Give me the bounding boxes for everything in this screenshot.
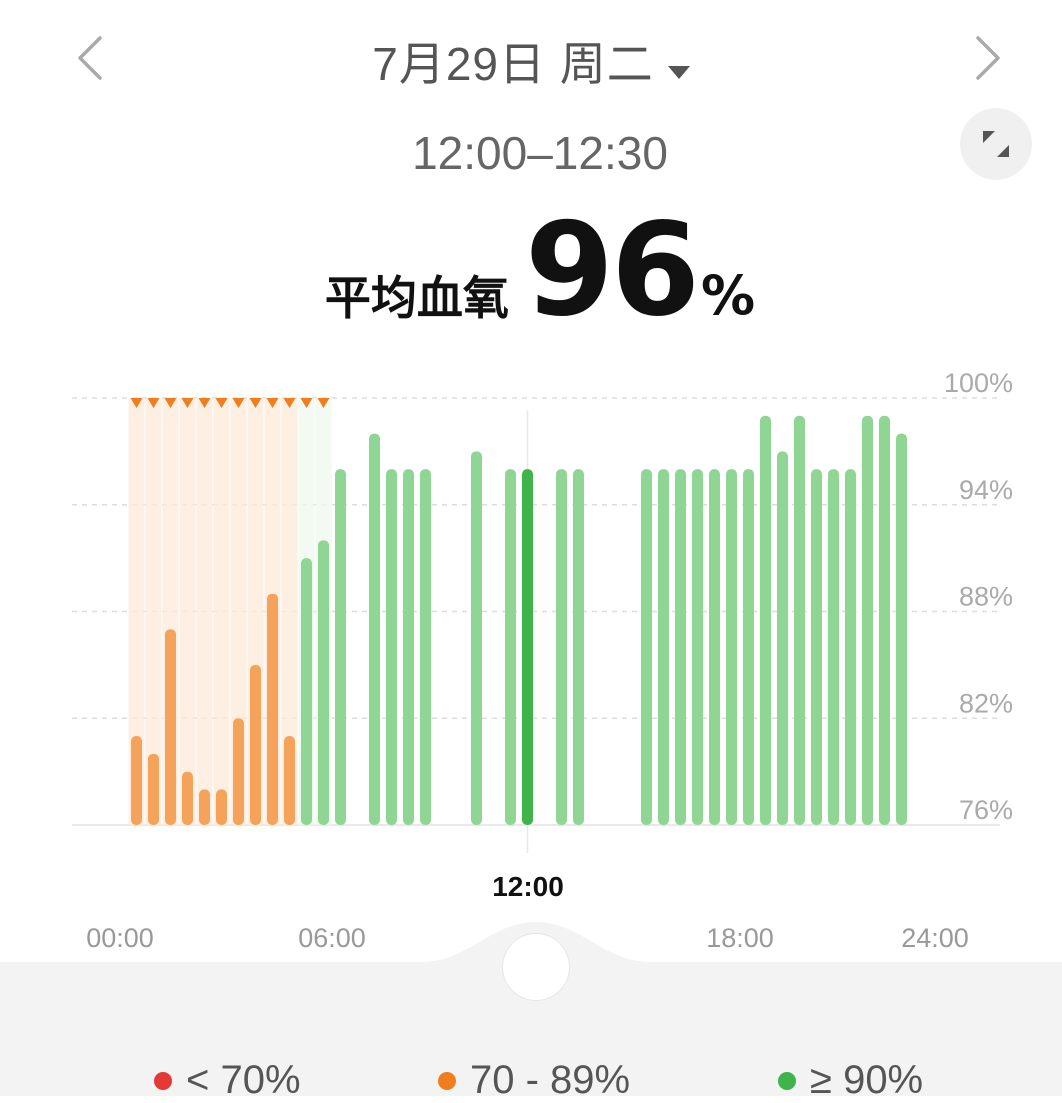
date-label: 7月29日 周二 xyxy=(372,38,654,90)
data-bar xyxy=(216,789,227,825)
y-tick-label: 76% xyxy=(959,795,1013,825)
data-bar xyxy=(828,469,839,825)
data-bar xyxy=(250,664,261,825)
y-tick-label: 100% xyxy=(944,368,1013,398)
legend-item-medium: 70 - 89% xyxy=(438,1058,630,1103)
alert-highlight xyxy=(179,398,196,825)
legend: < 70% 70 - 89% ≥ 90% xyxy=(0,1058,1062,1102)
data-bar xyxy=(165,629,176,825)
data-bar xyxy=(284,736,295,825)
next-day-button[interactable] xyxy=(966,36,1010,80)
data-bar xyxy=(896,433,907,825)
data-bar xyxy=(233,718,244,825)
collapse-icon xyxy=(983,131,1009,157)
chevron-right-icon xyxy=(976,36,1000,80)
data-bar xyxy=(318,540,329,825)
data-bar xyxy=(131,736,142,825)
data-bar xyxy=(845,469,856,825)
time-slider-handle[interactable] xyxy=(503,934,569,1000)
data-bar xyxy=(726,469,737,825)
green-dot-icon xyxy=(778,1071,796,1090)
legend-item-normal: ≥ 90% xyxy=(778,1058,923,1103)
data-bar xyxy=(505,469,516,825)
legend-item-low: < 70% xyxy=(154,1058,301,1103)
data-bar xyxy=(182,771,193,825)
y-tick-label: 82% xyxy=(959,688,1013,718)
red-dot-icon xyxy=(154,1071,172,1090)
selected-time-label: 12:00 xyxy=(492,871,564,902)
legend-label: < 70% xyxy=(186,1058,301,1102)
data-bar xyxy=(879,415,890,825)
data-bar xyxy=(369,433,380,825)
legend-label: ≥ 90% xyxy=(810,1058,924,1102)
spo2-bar-chart[interactable]: 100%94%88%82%76%12:0000:00 06:00 18:00 24:0… xyxy=(0,360,1062,960)
caret-down-icon xyxy=(667,37,690,91)
average-unit: % xyxy=(701,264,756,327)
legend-label: 70 - 89% xyxy=(470,1058,631,1102)
data-bar xyxy=(641,469,652,825)
orange-dot-icon xyxy=(438,1071,456,1090)
y-tick-label: 88% xyxy=(959,582,1013,612)
average-spo2: 平均血氧 96 % xyxy=(0,196,1062,345)
data-bar xyxy=(573,469,584,825)
selected-time-range: 12:00–12:30 xyxy=(412,127,668,179)
data-bar xyxy=(420,469,431,825)
alert-highlight xyxy=(213,398,230,825)
data-bar xyxy=(471,451,482,825)
data-bar xyxy=(743,469,754,825)
data-bar xyxy=(335,469,346,825)
data-bar xyxy=(301,558,312,825)
data-bar xyxy=(760,415,771,825)
fullscreen-button[interactable] xyxy=(960,108,1032,180)
selected-bar xyxy=(522,469,533,825)
data-bar xyxy=(811,469,822,825)
date-picker[interactable]: 7月29日 周二 xyxy=(0,28,1062,94)
data-bar xyxy=(199,789,210,825)
data-bar xyxy=(658,469,669,825)
y-tick-label: 94% xyxy=(959,475,1013,505)
data-bar xyxy=(403,469,414,825)
average-value: 96 xyxy=(524,196,700,345)
alert-highlight xyxy=(196,398,213,825)
data-bar xyxy=(267,593,278,825)
data-bar xyxy=(386,469,397,825)
data-bar xyxy=(862,415,873,825)
data-bar xyxy=(709,469,720,825)
average-label: 平均血氧 xyxy=(324,271,509,325)
data-bar xyxy=(777,451,788,825)
data-bar xyxy=(692,469,703,825)
data-bar xyxy=(794,415,805,825)
data-bar xyxy=(148,753,159,825)
data-bar xyxy=(556,469,567,825)
data-bar xyxy=(675,469,686,825)
